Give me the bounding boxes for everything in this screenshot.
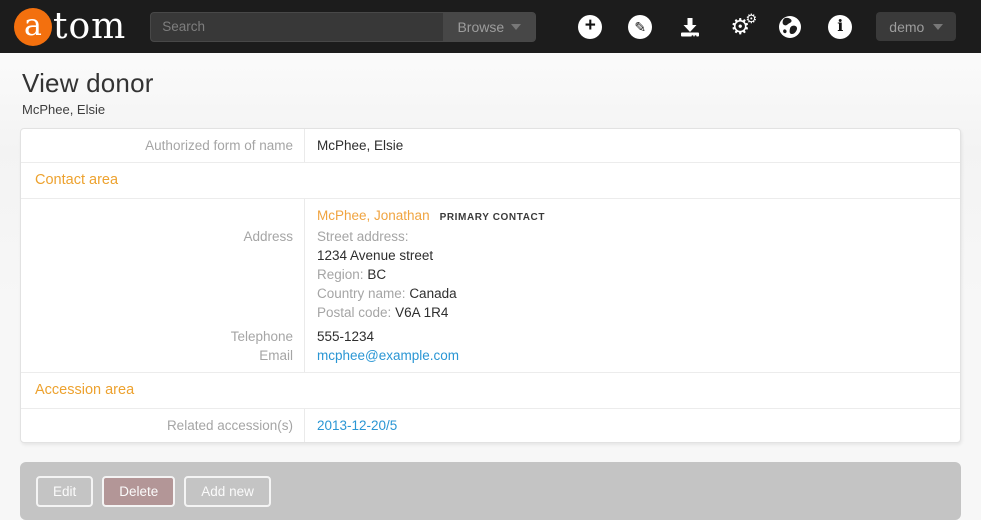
street-value-row: 1234 Avenue street (21, 246, 960, 265)
edit-button[interactable]: Edit (36, 476, 93, 507)
delete-button[interactable]: Delete (102, 476, 175, 507)
email-link[interactable]: mcphee@example.com (317, 348, 459, 363)
atom-logo-a-circle: a (14, 8, 52, 46)
add-icon: + (578, 15, 602, 39)
atom-logo-text: tom (53, 6, 126, 47)
page-title: View donor (22, 68, 959, 99)
edit-menu-button[interactable]: ✎ (628, 15, 652, 39)
quick-links-button[interactable]: i (828, 15, 852, 39)
top-icon-menu: + ✎ ⚙⚙ (578, 15, 852, 39)
authorized-form-label: Authorized form of name (21, 129, 304, 162)
add-button[interactable]: + (578, 15, 602, 39)
address-label: Address (21, 227, 304, 246)
pencil-icon: ✎ (628, 15, 652, 39)
page-subtitle: McPhee, Elsie (22, 102, 959, 117)
postal-label: Postal code: (317, 305, 391, 320)
add-new-button[interactable]: Add new (184, 476, 271, 507)
chevron-down-icon (933, 24, 943, 30)
related-accessions-label: Related accession(s) (21, 409, 304, 442)
contact-area-heading[interactable]: Contact area (21, 163, 960, 199)
app-window: a tom Browse + ✎ (0, 0, 981, 505)
telephone-value: 555-1234 (304, 322, 960, 346)
atom-logo[interactable]: a tom (14, 6, 126, 47)
contact-group: McPhee, Jonathan PRIMARY CONTACT Address … (21, 199, 960, 373)
browse-button-label: Browse (457, 19, 504, 35)
import-download-icon (678, 15, 702, 39)
language-button[interactable] (778, 15, 802, 39)
admin-button[interactable]: ⚙⚙ (728, 15, 752, 39)
country-value: Canada (409, 286, 456, 301)
related-accessions-row: Related accession(s) 2013-12-20/5 (21, 409, 960, 442)
primary-contact-badge: PRIMARY CONTACT (440, 212, 545, 223)
street-address-value: 1234 Avenue street (304, 246, 960, 265)
user-menu-label: demo (889, 19, 924, 35)
street-label-row: Address Street address: (21, 227, 960, 246)
related-accession-link[interactable]: 2013-12-20/5 (317, 418, 397, 433)
top-navigation-bar: a tom Browse + ✎ (0, 0, 981, 53)
region-label: Region: (317, 267, 364, 282)
street-address-label: Street address: (304, 227, 960, 246)
email-row: Email mcphee@example.com (21, 346, 960, 373)
contact-name-link[interactable]: McPhee, Jonathan (317, 208, 430, 223)
admin-gears-icon: ⚙⚙ (730, 16, 750, 38)
browse-button[interactable]: Browse (443, 13, 535, 41)
region-row: Region: BC (21, 265, 960, 284)
chevron-down-icon (511, 24, 521, 30)
authorized-form-value: McPhee, Elsie (304, 129, 960, 162)
user-menu-button[interactable]: demo (876, 12, 956, 41)
postal-row: Postal code: V6A 1R4 (21, 303, 960, 322)
region-value: BC (367, 267, 386, 282)
email-label: Email (21, 346, 304, 372)
page-heading: View donor McPhee, Elsie (0, 53, 981, 117)
search-input[interactable] (151, 13, 443, 41)
import-button[interactable] (678, 15, 702, 39)
telephone-row: Telephone 555-1234 (21, 322, 960, 346)
postal-value: V6A 1R4 (395, 305, 448, 320)
action-button-bar: Edit Delete Add new (20, 462, 961, 520)
telephone-label: Telephone (21, 322, 304, 346)
donor-record-panel: Authorized form of name McPhee, Elsie Co… (20, 128, 961, 443)
country-label: Country name: (317, 286, 406, 301)
info-icon: i (828, 15, 852, 39)
contact-name-row: McPhee, Jonathan PRIMARY CONTACT (21, 199, 960, 227)
accession-area-heading[interactable]: Accession area (21, 373, 960, 409)
country-row: Country name: Canada (21, 284, 960, 303)
language-globe-icon (778, 15, 802, 39)
search-box: Browse (150, 12, 536, 42)
authorized-form-row: Authorized form of name McPhee, Elsie (21, 129, 960, 163)
